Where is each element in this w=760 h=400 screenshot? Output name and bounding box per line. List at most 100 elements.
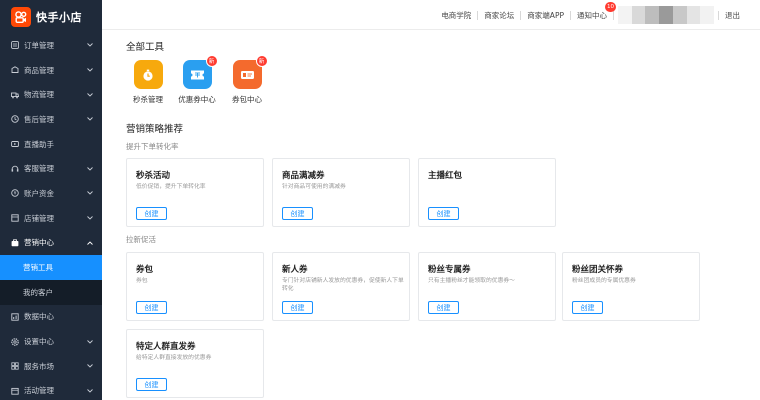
sidebar-item-settings[interactable]: 设置中心 xyxy=(0,329,102,354)
sidebar-item-orders[interactable]: 订单管理 xyxy=(0,33,102,58)
sidebar-item-label: 物流管理 xyxy=(24,90,54,100)
strategy-title: 营销策略推荐 xyxy=(126,124,184,135)
sidebar-subitem-label: 我的客户 xyxy=(23,287,53,297)
brand-logo[interactable]: 快手小店 xyxy=(0,0,102,33)
sidebar-item-label: 店铺管理 xyxy=(24,213,54,223)
sidebar-item-label: 数据中心 xyxy=(24,312,54,322)
tool-name: 券包中心 xyxy=(232,95,262,104)
svg-text:¥: ¥ xyxy=(13,191,16,197)
market-icon xyxy=(10,362,19,371)
sidebar-item-logistics[interactable]: 物流管理 xyxy=(0,82,102,107)
header-links: 电商学院 商家论坛 商家端APP 通知中心 10 退出 xyxy=(435,0,746,30)
link-merchant-forum[interactable]: 商家论坛 xyxy=(478,10,520,21)
card-title: 粉丝专属券 xyxy=(428,265,471,275)
live-icon xyxy=(10,140,19,149)
create-button[interactable]: 创建 xyxy=(136,207,167,220)
coupon-pack-icon: 新 xyxy=(232,55,268,89)
sidebar-item-funds[interactable]: ¥ 账户资金 xyxy=(0,181,102,206)
create-button[interactable]: 创建 xyxy=(136,301,167,314)
link-notification-center[interactable]: 通知中心 10 xyxy=(571,1,616,21)
strategy-card-coupon-pack: 券包 券包 创建 xyxy=(126,252,264,321)
new-badge: 新 xyxy=(205,55,218,67)
sidebar-subitem-my-customers[interactable]: 我的客户 xyxy=(0,279,102,305)
chevron-down-icon xyxy=(86,189,94,197)
chevron-down-icon xyxy=(86,91,94,99)
top-header: 电商学院 商家论坛 商家端APP 通知中心 10 退出 xyxy=(102,0,760,30)
card-description: 券包 xyxy=(136,278,148,284)
avatar[interactable] xyxy=(618,6,715,24)
create-button[interactable]: 创建 xyxy=(282,301,313,314)
chevron-down-icon xyxy=(86,66,94,74)
sidebar-item-goods[interactable]: 商品管理 xyxy=(0,58,102,83)
service-icon xyxy=(10,164,19,173)
sidebar-item-label: 直播助手 xyxy=(24,139,54,149)
sidebar-item-aftersale[interactable]: 售后管理 xyxy=(0,107,102,132)
sidebar-item-market[interactable]: 服务市场 xyxy=(0,354,102,379)
chevron-down-icon xyxy=(86,41,94,49)
card-description: 低价促销，提升下单转化率 xyxy=(136,184,206,190)
sidebar-item-label: 售后管理 xyxy=(24,114,54,124)
divider xyxy=(613,10,614,20)
tool-flash-sale[interactable]: 秒杀管理 xyxy=(123,60,173,105)
brand-name: 快手小店 xyxy=(36,10,82,24)
tool-name: 秒杀管理 xyxy=(133,95,163,104)
card-description: 只有主播粉丝才能领取的优惠券～ xyxy=(428,278,515,284)
create-button[interactable]: 创建 xyxy=(282,207,313,220)
sidebar-item-label: 订单管理 xyxy=(24,40,54,50)
aftersale-icon xyxy=(10,115,19,124)
link-merchant-app[interactable]: 商家端APP xyxy=(521,10,570,21)
card-description: 粉丝团成员的专属优惠券 xyxy=(572,278,636,284)
sidebar-item-label: 客服管理 xyxy=(24,164,54,174)
chevron-down-icon xyxy=(86,362,94,370)
sidebar-item-label: 账户资金 xyxy=(24,188,54,198)
settings-icon xyxy=(10,337,19,346)
sidebar-item-label: 营销中心 xyxy=(24,238,54,248)
chevron-down-icon xyxy=(86,115,94,123)
card-title: 粉丝团关怀券 xyxy=(572,265,624,275)
tool-coupon-center[interactable]: 新 优惠券中心 xyxy=(172,55,222,105)
tool-name: 优惠券中心 xyxy=(178,95,216,104)
strategy-card-fan-group-care-coupon: 粉丝团关怀券 粉丝团成员的专属优惠券 创建 xyxy=(562,252,700,321)
sidebar-item-shop[interactable]: 店铺管理 xyxy=(0,206,102,231)
card-title: 新人券 xyxy=(282,265,308,275)
logistics-icon xyxy=(10,90,19,99)
card-title: 主播红包 xyxy=(428,171,463,181)
card-description: 给特定人群直接发放的优惠券 xyxy=(136,355,212,361)
card-title: 商品满减券 xyxy=(282,171,325,181)
sidebar-item-marketing[interactable]: 营销中心 xyxy=(0,231,102,256)
coupon-icon: 新 xyxy=(182,55,218,89)
goods-icon xyxy=(10,66,19,75)
card-description: 专门针对店铺新人发放的优惠券，促使新人下单转化 xyxy=(282,278,404,292)
sidebar-item-data[interactable]: 数据中心 xyxy=(0,305,102,330)
card-title: 券包 xyxy=(136,265,154,275)
create-button[interactable]: 创建 xyxy=(572,301,603,314)
strategy-card-targeted-coupon: 特定人群直发券 给特定人群直接发放的优惠券 创建 xyxy=(126,329,264,398)
card-title: 特定人群直发券 xyxy=(136,342,196,352)
sidebar-item-label: 活动管理 xyxy=(24,386,54,396)
create-button[interactable]: 创建 xyxy=(428,301,459,314)
main-content: 全部工具 秒杀管理 新 优惠券中心 新 券包中心 营销策略推荐 提升下单转化率 … xyxy=(102,31,760,400)
strategy-card-host-red-packet: 主播红包 创建 xyxy=(418,158,556,227)
strategy-card-fan-exclusive-coupon: 粉丝专属券 只有主播粉丝才能领取的优惠券～ 创建 xyxy=(418,252,556,321)
link-ecommerce-academy[interactable]: 电商学院 xyxy=(435,10,477,21)
logout-link[interactable]: 退出 xyxy=(719,10,746,21)
sidebar-item-label: 商品管理 xyxy=(24,65,54,75)
sidebar-item-live[interactable]: 直播助手 xyxy=(0,132,102,157)
sidebar-subitem-marketing-tools[interactable]: 营销工具 xyxy=(0,255,102,280)
chevron-up-icon xyxy=(86,239,94,247)
kuaishou-logo-icon xyxy=(11,6,31,27)
sidebar-item-activity[interactable]: 活动管理 xyxy=(0,379,102,400)
notification-count-badge: 10 xyxy=(605,1,616,12)
tool-coupon-pack-center[interactable]: 新 券包中心 xyxy=(222,55,272,105)
chevron-down-icon xyxy=(86,214,94,222)
notification-center-label: 通知中心 xyxy=(577,10,607,20)
sidebar-item-label: 服务市场 xyxy=(24,361,54,371)
sidebar-item-label: 设置中心 xyxy=(24,337,54,347)
group-label-conversion: 提升下单转化率 xyxy=(126,142,179,151)
strategy-card-full-reduction-coupon: 商品满减券 针对商品可使用的满减券 创建 xyxy=(272,158,410,227)
sidebar-item-service[interactable]: 客服管理 xyxy=(0,156,102,181)
create-button[interactable]: 创建 xyxy=(428,207,459,220)
chevron-down-icon xyxy=(86,387,94,395)
create-button[interactable]: 创建 xyxy=(136,378,167,391)
chevron-down-icon xyxy=(86,165,94,173)
